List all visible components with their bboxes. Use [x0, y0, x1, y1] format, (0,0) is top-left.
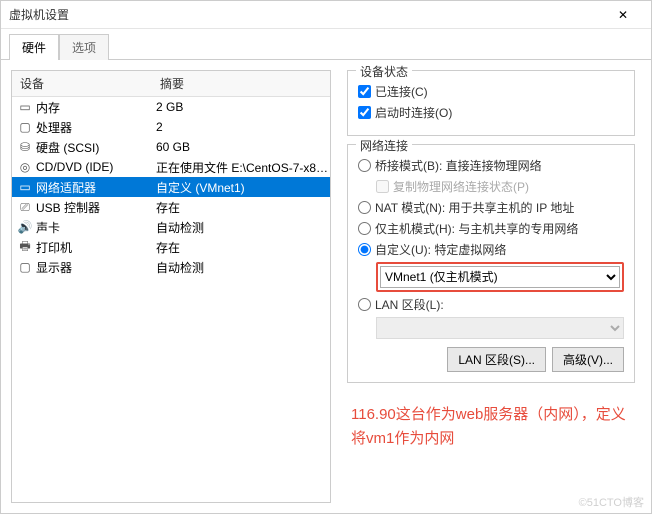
device-icon: ◎ [16, 159, 34, 175]
connected-input[interactable] [358, 85, 371, 98]
device-name: 打印机 [34, 239, 152, 256]
network-connection-title: 网络连接 [356, 137, 412, 154]
hostonly-radio[interactable]: 仅主机模式(H): 与主机共享的专用网络 [358, 220, 624, 237]
device-row-8[interactable]: ▢显示器自动检测 [12, 257, 330, 277]
dialog-title: 虚拟机设置 [9, 6, 603, 23]
device-row-4[interactable]: ▭网络适配器自定义 (VMnet1) [12, 177, 330, 197]
device-icon: ▭ [16, 179, 34, 195]
lan-radio[interactable]: LAN 区段(L): [358, 296, 624, 313]
device-row-2[interactable]: ⛁硬盘 (SCSI)60 GB [12, 137, 330, 157]
device-summary: 2 [152, 120, 330, 134]
device-name: CD/DVD (IDE) [34, 160, 152, 174]
device-summary: 自动检测 [152, 259, 330, 276]
close-icon[interactable]: ✕ [603, 1, 643, 29]
watermark: ©51CTO博客 [579, 494, 644, 510]
col-device: 设备 [12, 71, 152, 96]
bridged-input[interactable] [358, 159, 371, 172]
device-icon: ▭ [16, 99, 34, 115]
device-summary: 正在使用文件 E:\CentOS-7-x86... [152, 159, 330, 176]
custom-network-select[interactable]: VMnet1 (仅主机模式) [380, 266, 620, 288]
connect-startup-checkbox[interactable]: 启动时连接(O) [358, 104, 624, 121]
nat-input[interactable] [358, 201, 371, 214]
device-summary: 自定义 (VMnet1) [152, 179, 330, 196]
col-summary: 摘要 [152, 71, 330, 96]
hardware-list: 设备 摘要 ▭内存2 GB▢处理器2⛁硬盘 (SCSI)60 GB◎CD/DVD… [11, 70, 331, 503]
device-name: USB 控制器 [34, 199, 152, 216]
custom-radio[interactable]: 自定义(U): 特定虚拟网络 [358, 241, 624, 258]
device-summary: 2 GB [152, 100, 330, 114]
device-row-0[interactable]: ▭内存2 GB [12, 97, 330, 117]
device-summary: 60 GB [152, 140, 330, 154]
device-state-title: 设备状态 [356, 63, 412, 80]
replicate-checkbox: 复制物理网络连接状态(P) [376, 178, 624, 195]
network-connection-group: 网络连接 桥接模式(B): 直接连接物理网络 复制物理网络连接状态(P) NAT… [347, 144, 635, 383]
device-state-group: 设备状态 已连接(C) 启动时连接(O) [347, 70, 635, 136]
device-icon: ▢ [16, 259, 34, 275]
device-name: 硬盘 (SCSI) [34, 139, 152, 156]
hostonly-input[interactable] [358, 222, 371, 235]
device-icon: ⎚ [16, 199, 34, 215]
device-icon: 🖶 [16, 239, 34, 255]
lan-segment-select [376, 317, 624, 339]
device-name: 网络适配器 [34, 179, 152, 196]
device-name: 声卡 [34, 219, 152, 236]
device-name: 显示器 [34, 259, 152, 276]
tab-options[interactable]: 选项 [59, 34, 109, 60]
connect-startup-input[interactable] [358, 106, 371, 119]
device-row-3[interactable]: ◎CD/DVD (IDE)正在使用文件 E:\CentOS-7-x86... [12, 157, 330, 177]
replicate-input [376, 180, 389, 193]
device-summary: 存在 [152, 199, 330, 216]
tab-hardware[interactable]: 硬件 [9, 34, 59, 60]
device-icon: ⛁ [16, 139, 34, 155]
custom-input[interactable] [358, 243, 371, 256]
device-name: 处理器 [34, 119, 152, 136]
lan-segments-button[interactable]: LAN 区段(S)... [447, 347, 546, 372]
advanced-button[interactable]: 高级(V)... [552, 347, 624, 372]
device-name: 内存 [34, 99, 152, 116]
annotation-text: 116.90这台作为web服务器（内网），定义将vm1作为内网 [347, 403, 635, 451]
device-row-1[interactable]: ▢处理器2 [12, 117, 330, 137]
lan-input[interactable] [358, 298, 371, 311]
device-icon: 🔊 [16, 219, 34, 235]
bridged-radio[interactable]: 桥接模式(B): 直接连接物理网络 [358, 157, 624, 174]
device-row-7[interactable]: 🖶打印机存在 [12, 237, 330, 257]
device-summary: 存在 [152, 239, 330, 256]
device-summary: 自动检测 [152, 219, 330, 236]
device-icon: ▢ [16, 119, 34, 135]
connected-checkbox[interactable]: 已连接(C) [358, 83, 624, 100]
device-row-6[interactable]: 🔊声卡自动检测 [12, 217, 330, 237]
device-row-5[interactable]: ⎚USB 控制器存在 [12, 197, 330, 217]
nat-radio[interactable]: NAT 模式(N): 用于共享主机的 IP 地址 [358, 199, 624, 216]
